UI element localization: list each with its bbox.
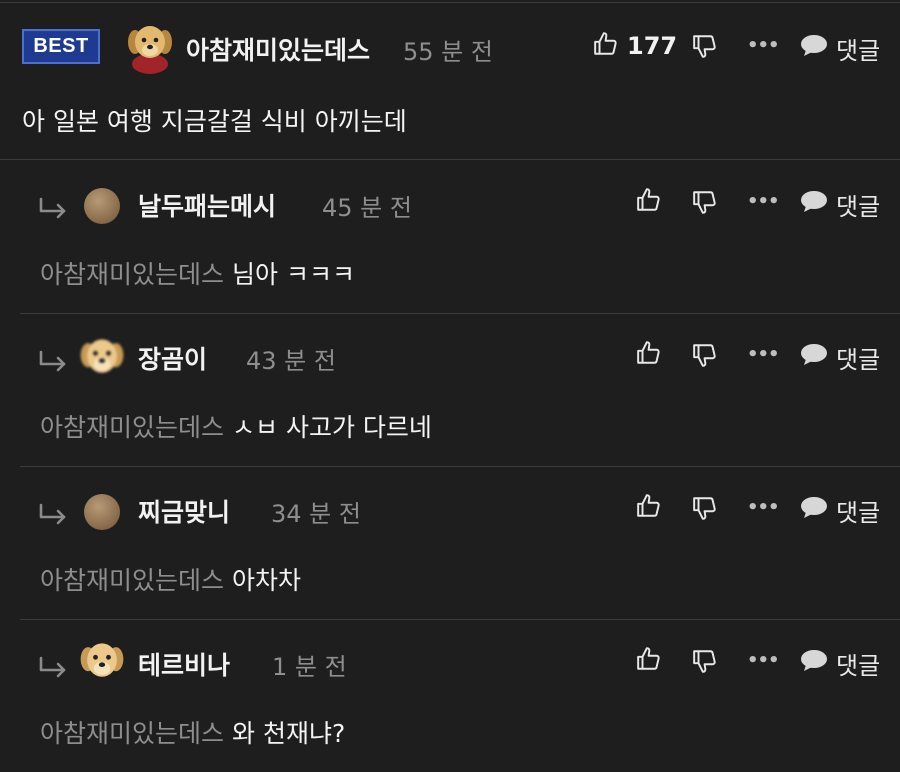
more-options-button[interactable]: ••• [747,650,780,671]
thumbs-up-icon[interactable] [593,31,619,57]
speech-bubble-icon[interactable] [800,342,828,366]
post-time: 1 분 전 [272,653,347,681]
more-options-button[interactable]: ••• [747,497,780,518]
mention[interactable]: 아참재미있는데스 [40,413,224,442]
avatar[interactable] [76,635,128,691]
reply-arrow-icon [39,197,66,219]
reply-button[interactable]: 댓글 [836,646,880,681]
mention[interactable]: 아참재미있는데스 [40,566,224,595]
reply-button[interactable]: 댓글 [836,493,880,528]
speech-bubble-icon[interactable] [800,33,828,57]
reply-message: 님아 ㅋㅋㅋ [232,260,355,289]
reply-comment: 찌금맞니 34 분 전 ••• 댓글 아참재미있는데스 아차차 [0,466,900,619]
reply-message: 와 천재냐? [232,719,346,748]
reply-message: ㅅㅂ 사고가 다르네 [232,413,432,442]
post-time: 45 분 전 [322,194,412,222]
reply-comment: 날두패는메시 45 분 전 ••• 댓글 아참재미있는데스 님아 ㅋㅋㅋ [0,160,900,313]
mention[interactable]: 아참재미있는데스 [40,260,224,289]
more-options-button[interactable]: ••• [747,191,780,212]
comment-text: 아참재미있는데스 ㅅㅂ 사고가 다르네 [40,408,432,444]
post-time: 34 분 전 [271,500,361,528]
thumbs-up-icon[interactable] [636,493,662,519]
reply-comment: 장곰이 43 분 전 ••• 댓글 아참재미있는데스 ㅅㅂ 사고가 다르네 [0,313,900,466]
thumbs-down-icon[interactable] [692,33,718,59]
thumbs-up-icon[interactable] [636,646,662,672]
comment-text: 아참재미있는데스 아차차 [40,561,301,597]
reply-arrow-icon [39,656,66,678]
speech-bubble-icon[interactable] [800,648,828,672]
reply-button[interactable]: 댓글 [836,187,880,222]
more-options-button[interactable]: ••• [747,344,780,365]
comment-text: 아참재미있는데스 와 천재냐? [40,714,345,750]
thumbs-up-icon[interactable] [636,187,662,213]
thumbs-down-icon[interactable] [692,495,718,521]
comment-text: 아참재미있는데스 님아 ㅋㅋㅋ [40,255,355,291]
reply-arrow-icon [39,350,66,372]
comment-text: 아 일본 여행 지금갈걸 식비 아끼는데 [22,107,407,136]
author-name[interactable]: 날두패는메시 [138,187,276,223]
reply-button[interactable]: 댓글 [836,31,880,66]
speech-bubble-icon[interactable] [800,189,828,213]
like-count: 177 [627,32,678,60]
post-time: 55 분 전 [403,38,493,66]
avatar[interactable] [84,188,120,224]
author-name[interactable]: 장곰이 [138,340,207,376]
author-name[interactable]: 테르비나 [138,646,230,682]
author-name[interactable]: 찌금맞니 [138,493,230,529]
speech-bubble-icon[interactable] [800,495,828,519]
reply-button[interactable]: 댓글 [836,340,880,375]
author-avatar[interactable] [122,18,178,74]
best-comment: BEST 아참재미있는데스 55 분 전 177 ••• 댓글 아 일본 여행 … [0,0,900,160]
reply-comment: 테르비나 1 분 전 ••• 댓글 아참재미있는데스 와 천재냐? [0,619,900,772]
thumbs-down-icon[interactable] [692,342,718,368]
thumbs-down-icon[interactable] [692,648,718,674]
best-badge: BEST [22,29,100,64]
thumbs-up-icon[interactable] [636,340,662,366]
avatar[interactable] [84,494,120,530]
thumbs-down-icon[interactable] [692,189,718,215]
avatar[interactable] [76,331,128,387]
more-options-button[interactable]: ••• [747,35,780,56]
reply-message: 아차차 [232,566,302,595]
post-time: 43 분 전 [246,347,336,375]
reply-arrow-icon [39,503,66,525]
mention[interactable]: 아참재미있는데스 [40,719,224,748]
author-name[interactable]: 아참재미있는데스 [186,31,370,67]
